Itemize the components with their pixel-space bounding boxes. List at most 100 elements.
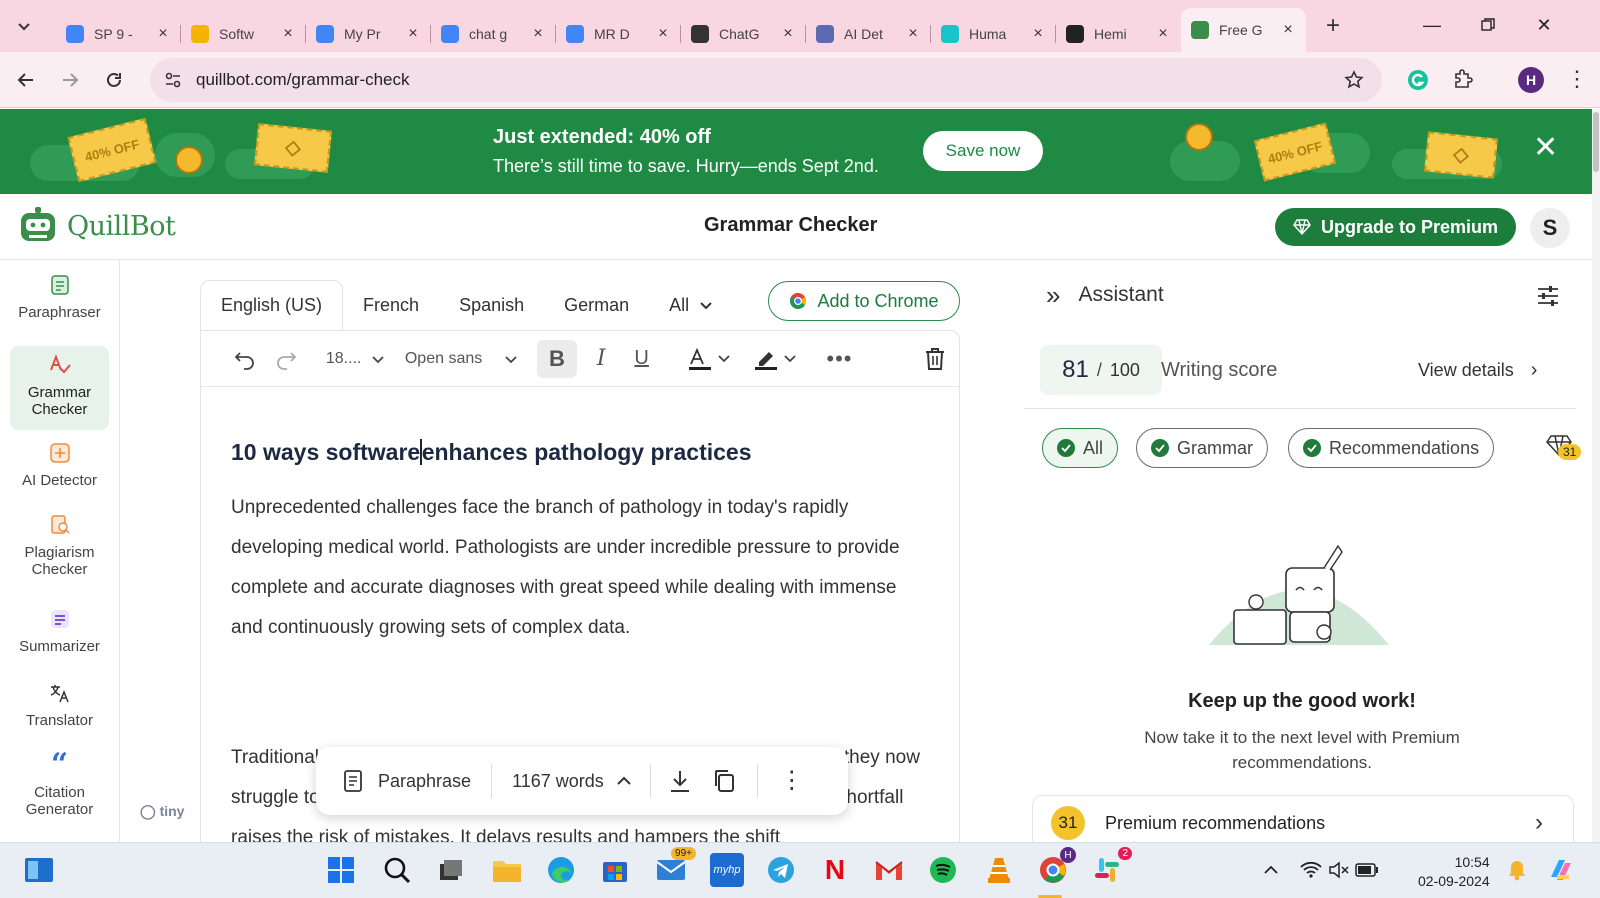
microsoft-store-icon[interactable] xyxy=(598,853,632,887)
user-avatar[interactable]: S xyxy=(1530,208,1570,248)
upgrade-premium-button[interactable]: Upgrade to Premium xyxy=(1275,208,1516,246)
underline-icon[interactable]: U xyxy=(625,340,657,378)
settings-sliders-icon[interactable] xyxy=(1536,284,1560,308)
text-color-icon[interactable] xyxy=(682,340,739,378)
browser-tab[interactable]: chat g × xyxy=(431,16,556,52)
browser-tab[interactable]: Softw × xyxy=(181,16,306,52)
close-tab-icon[interactable]: × xyxy=(1155,25,1171,43)
chrome-taskbar-icon[interactable]: H xyxy=(1036,847,1076,887)
tab-all-languages[interactable]: All xyxy=(649,280,733,330)
vlc-icon[interactable] xyxy=(982,853,1016,887)
widgets-icon[interactable] xyxy=(22,853,56,887)
scrollbar-thumb[interactable] xyxy=(1593,112,1599,172)
windows-start-icon[interactable] xyxy=(324,853,358,887)
close-tab-icon[interactable]: × xyxy=(405,25,421,43)
myhp-icon[interactable]: myhp xyxy=(710,853,744,887)
browser-tab[interactable]: Free G × xyxy=(1181,8,1306,52)
task-view-icon[interactable] xyxy=(434,853,468,887)
add-to-chrome-button[interactable]: Add to Chrome xyxy=(768,281,960,321)
browser-tab[interactable]: Hemi × xyxy=(1056,16,1181,52)
page-scrollbar[interactable] xyxy=(1592,109,1600,842)
save-now-button[interactable]: Save now xyxy=(923,131,1043,171)
notification-bell-icon[interactable] xyxy=(1500,853,1534,887)
tab-spanish[interactable]: Spanish xyxy=(439,280,544,330)
more-options-icon[interactable]: ••• xyxy=(820,340,858,378)
browser-tab[interactable]: MR D × xyxy=(556,16,681,52)
new-tab-button[interactable]: + xyxy=(1316,9,1350,43)
word-count-toggle[interactable]: 1167 words xyxy=(512,771,632,792)
sidebar-item-plagiarism-checker[interactable]: Plagiarism Checker xyxy=(10,512,109,582)
font-family-select[interactable]: Open sans xyxy=(405,340,529,378)
tab-english[interactable]: English (US) xyxy=(200,280,344,330)
browser-tab[interactable]: AI Det × xyxy=(806,16,931,52)
delete-trash-icon[interactable] xyxy=(919,340,951,378)
close-banner-icon[interactable]: ✕ xyxy=(1533,133,1558,163)
tab-french[interactable]: French xyxy=(343,280,439,330)
close-tab-icon[interactable]: × xyxy=(780,25,796,43)
battery-icon[interactable] xyxy=(1350,853,1384,887)
close-tab-icon[interactable]: × xyxy=(1280,21,1296,39)
browser-menu-icon[interactable]: ⋮ xyxy=(1566,68,1588,90)
omnibox[interactable]: quillbot.com/grammar-check xyxy=(150,58,1382,102)
copy-icon[interactable] xyxy=(713,769,735,793)
paragraph[interactable]: Unprecedented challenges face the branch… xyxy=(231,488,931,648)
bold-icon[interactable]: B xyxy=(536,339,577,378)
sidebar-item-ai-detector[interactable]: AI Detector xyxy=(10,440,109,500)
back-icon[interactable] xyxy=(8,62,44,98)
spotify-icon[interactable] xyxy=(926,853,960,887)
close-tab-icon[interactable]: × xyxy=(530,25,546,43)
forward-icon[interactable] xyxy=(52,62,88,98)
close-tab-icon[interactable]: × xyxy=(155,25,171,43)
copilot-icon[interactable] xyxy=(1544,853,1578,887)
sidebar-item-paraphraser[interactable]: Paraphraser xyxy=(10,272,109,332)
grammarly-extension-icon[interactable] xyxy=(1406,68,1430,92)
system-clock[interactable]: 10:54 02-09-2024 xyxy=(1418,853,1490,891)
browser-tab[interactable]: ChatG × xyxy=(681,16,806,52)
filter-chip-all[interactable]: All xyxy=(1042,428,1119,468)
minimize-icon[interactable]: — xyxy=(1404,0,1460,50)
restore-icon[interactable] xyxy=(1460,0,1516,50)
reload-icon[interactable] xyxy=(96,62,132,98)
profile-avatar[interactable]: H xyxy=(1518,67,1544,93)
site-settings-icon[interactable] xyxy=(164,71,182,89)
slack-icon[interactable]: 2 xyxy=(1090,847,1132,887)
extensions-puzzle-icon[interactable] xyxy=(1452,68,1474,90)
sidebar-item-grammar-checker[interactable]: Grammar Checker xyxy=(10,346,109,430)
bookmark-star-icon[interactable] xyxy=(1344,70,1364,90)
gmail-icon[interactable] xyxy=(872,853,906,887)
close-tab-icon[interactable]: × xyxy=(655,25,671,43)
more-vertical-icon[interactable]: ⋮ xyxy=(780,769,804,793)
mail-icon[interactable]: 99+ xyxy=(654,847,696,887)
tiny-editor-badge[interactable]: ◯ tiny xyxy=(140,803,184,820)
redo-icon[interactable] xyxy=(269,340,301,378)
browser-tab[interactable]: SP 9 - × xyxy=(56,16,181,52)
sidebar-item-translator[interactable]: Translator xyxy=(10,680,109,740)
tab-german[interactable]: German xyxy=(544,280,649,330)
file-explorer-icon[interactable] xyxy=(490,853,524,887)
highlight-color-icon[interactable] xyxy=(747,340,804,378)
show-hidden-icons-chevron-icon[interactable] xyxy=(1254,853,1288,887)
close-tab-icon[interactable]: × xyxy=(905,25,921,43)
search-icon[interactable] xyxy=(380,853,414,887)
browser-tab[interactable]: Huma × xyxy=(931,16,1056,52)
netflix-icon[interactable]: N xyxy=(818,853,852,887)
filter-chip-grammar[interactable]: Grammar xyxy=(1136,428,1268,468)
undo-icon[interactable] xyxy=(229,340,261,378)
font-size-select[interactable]: 18.... xyxy=(326,340,389,378)
quillbot-logo[interactable]: QuillBot xyxy=(17,205,176,247)
close-tab-icon[interactable]: × xyxy=(280,25,296,43)
filter-chip-recommendations[interactable]: Recommendations xyxy=(1288,428,1495,468)
browser-tab[interactable]: My Pr × xyxy=(306,16,431,52)
edge-browser-icon[interactable] xyxy=(544,853,578,887)
download-icon[interactable] xyxy=(669,769,691,793)
telegram-icon[interactable] xyxy=(764,853,798,887)
sidebar-item-summarizer[interactable]: Summarizer xyxy=(10,606,109,666)
document-heading[interactable]: 10 ways softwareenhances pathology pract… xyxy=(231,439,931,466)
paraphrase-button[interactable]: Paraphrase xyxy=(342,769,471,793)
close-tab-icon[interactable]: × xyxy=(1030,25,1046,43)
sidebar-item-citation-generator[interactable]: “ Citation Generator xyxy=(10,750,109,822)
premium-diamond-icon[interactable]: 31 xyxy=(1546,434,1582,460)
close-window-icon[interactable]: ✕ xyxy=(1516,0,1572,50)
italic-icon[interactable]: I xyxy=(585,340,617,378)
tab-search-chevron-icon[interactable] xyxy=(8,10,40,42)
